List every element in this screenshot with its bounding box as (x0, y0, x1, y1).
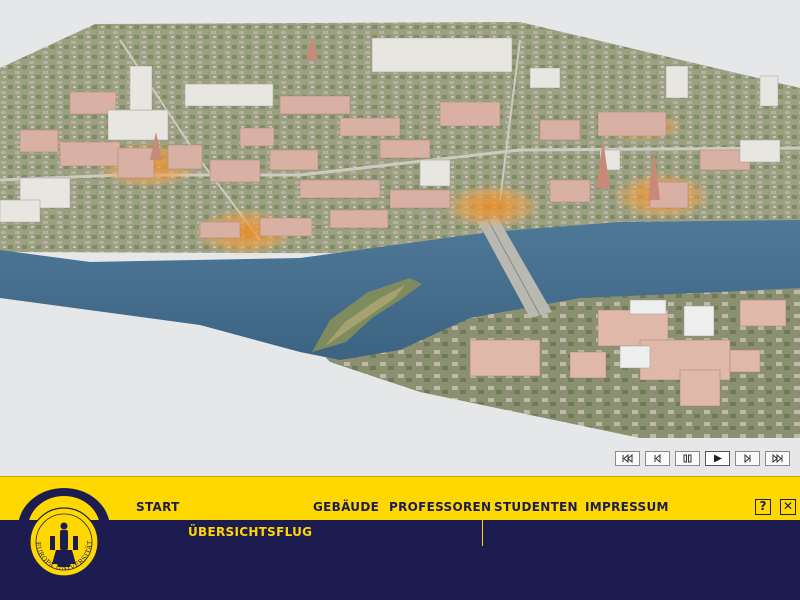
nav-overview-flight[interactable]: ÜBERSICHTSFLUG (188, 525, 312, 539)
nav-divider (482, 520, 483, 546)
skip-back-button[interactable] (615, 451, 640, 466)
skip-back-icon (622, 453, 633, 464)
navigation-bar-lower (0, 520, 800, 600)
step-back-icon (654, 453, 661, 464)
skip-forward-button[interactable] (765, 451, 790, 466)
aerial-city-map[interactable] (0, 0, 800, 470)
nav-professors[interactable]: PROFESSOREN (389, 500, 491, 514)
navigation-bar: EUROPA UNIVERSITÄT VIADRINA START GEBÄUD… (0, 476, 800, 600)
step-forward-icon (744, 453, 751, 464)
playback-controls (615, 451, 791, 469)
pause-icon (683, 454, 692, 463)
step-back-button[interactable] (645, 451, 670, 466)
nav-students[interactable]: STUDENTEN (494, 500, 578, 514)
pause-button[interactable] (675, 451, 700, 466)
skip-forward-icon (772, 453, 783, 464)
help-button[interactable]: ? (755, 499, 771, 515)
university-seal-logo[interactable]: EUROPA UNIVERSITÄT VIADRINA (14, 484, 114, 590)
highlight-building-3[interactable] (442, 184, 542, 228)
play-button[interactable] (705, 451, 730, 466)
play-icon (714, 454, 722, 463)
close-button[interactable]: ✕ (780, 499, 796, 515)
nav-buildings[interactable]: GEBÄUDE (313, 500, 379, 514)
nav-imprint[interactable]: IMPRESSUM (585, 500, 669, 514)
city-map-graphic (0, 22, 800, 438)
nav-start[interactable]: START (136, 500, 180, 514)
step-forward-button[interactable] (735, 451, 760, 466)
nav-top-border (0, 476, 800, 477)
